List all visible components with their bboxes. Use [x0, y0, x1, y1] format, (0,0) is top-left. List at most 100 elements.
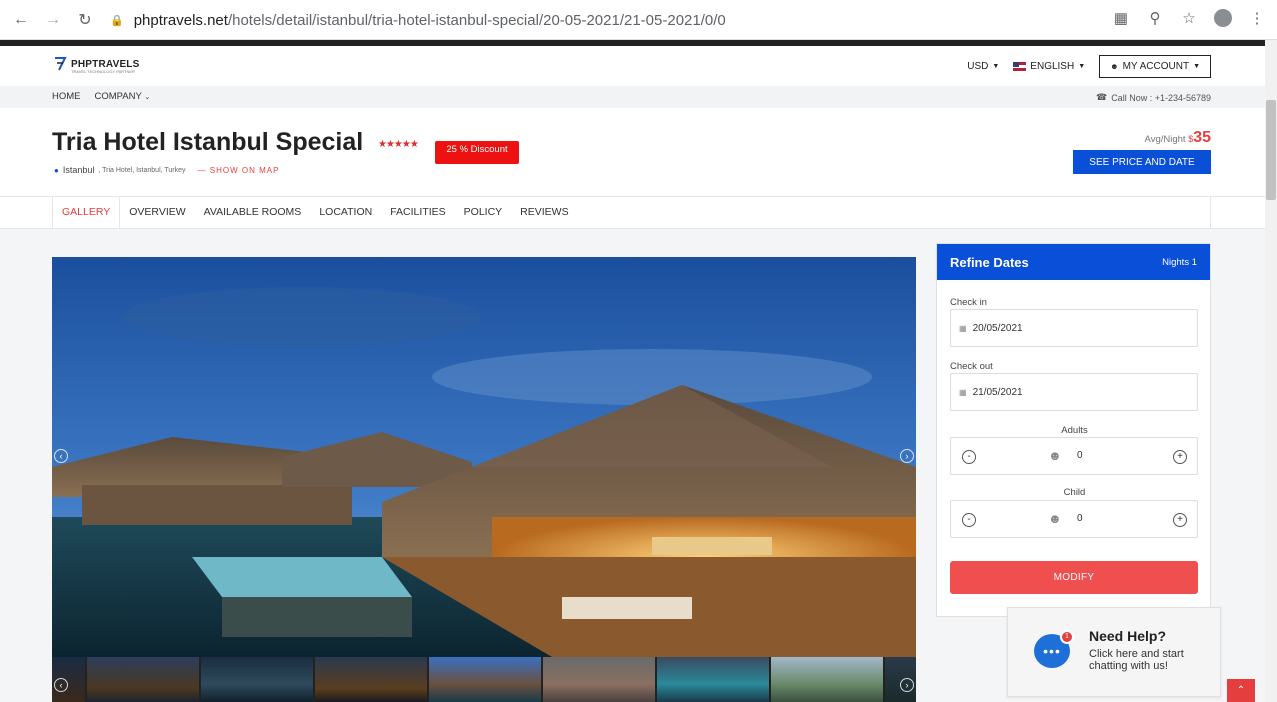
language-label: ENGLISH [1030, 61, 1075, 72]
checkout-value: 21/05/2021 [972, 386, 1023, 398]
logo-text: PHPTRAVELS [71, 58, 140, 70]
main-nav: HOME COMPANY ⌄ ☎ Call Now : +1-234-56789 [0, 86, 1265, 108]
thumbnail[interactable] [201, 657, 313, 702]
gallery-thumbnails: ‹ › [52, 657, 916, 702]
scrollbar-thumb[interactable] [1266, 100, 1276, 200]
tab-gallery[interactable]: GALLERY [53, 197, 121, 228]
tab-facilities[interactable]: FACILITIES [381, 197, 454, 228]
gallery-prev-icon[interactable]: ‹ [54, 449, 68, 463]
url-path: /hotels/detail/istanbul/tria-hotel-istan… [227, 11, 726, 29]
gallery-main-image[interactable]: ‹ › [52, 257, 916, 657]
reload-icon[interactable]: ↻ [74, 9, 96, 31]
child-minus-button[interactable]: - [962, 513, 976, 527]
chat-badge: 1 [1060, 630, 1074, 644]
chevron-down-icon: ▼ [992, 63, 1000, 70]
chat-title: Need Help? [1089, 628, 1167, 644]
avg-night-label: Avg/Night [1144, 134, 1186, 145]
nights-count: Nights 1 [1162, 256, 1197, 268]
chevron-down-icon: ▼ [1193, 63, 1200, 70]
thumbs-prev-icon[interactable]: ‹ [54, 678, 68, 692]
checkin-label: Check in [950, 297, 987, 308]
thumbnail[interactable] [315, 657, 427, 702]
scroll-to-top-button[interactable]: ⌃ [1227, 679, 1255, 702]
adults-label: Adults [1061, 425, 1088, 436]
child-value[interactable]: 0 [1077, 513, 1083, 524]
site-logo[interactable]: PHPTRAVELS TRAVEL TECHNOLOGY PARTNER [53, 56, 140, 74]
location-address: , Tria Hotel, Istanbul, Turkey [98, 166, 186, 174]
chat-subtitle: Click here and start chatting with us! [1089, 648, 1184, 672]
adults-plus-button[interactable]: + [1173, 450, 1187, 464]
map-pin-icon: ● [54, 165, 59, 175]
refine-dates-panel: Refine Dates Nights 1 Check in ▦ 20/05/2… [936, 243, 1211, 617]
logo-subtitle: TRAVEL TECHNOLOGY PARTNER [71, 69, 135, 74]
chevron-down-icon: ▼ [1078, 63, 1086, 70]
call-now-text: Call Now : +1-234-56789 [1111, 92, 1211, 103]
modify-button[interactable]: MODIFY [950, 561, 1198, 594]
thumbnail[interactable] [543, 657, 655, 702]
hotel-title: Tria Hotel Istanbul Special [52, 128, 364, 156]
menu-icon[interactable]: ⋮ [1247, 8, 1267, 28]
site-header: PHPTRAVELS TRAVEL TECHNOLOGY PARTNER USD… [0, 46, 1265, 86]
address-bar[interactable]: 🔒 phptravels.net/hotels/detail/istanbul/… [110, 6, 1260, 34]
us-flag-icon [1013, 62, 1027, 71]
back-icon[interactable]: ← [10, 9, 32, 31]
tab-location[interactable]: LOCATION [310, 197, 381, 228]
location-city: Istanbul [62, 165, 95, 175]
nav-company-label: COMPANY [94, 91, 142, 102]
resort-photo [52, 257, 916, 657]
gallery-next-icon[interactable]: › [900, 449, 914, 463]
nav-company[interactable]: COMPANY ⌄ [95, 91, 151, 102]
thumbnail[interactable] [87, 657, 199, 702]
language-dropdown[interactable]: ENGLISH ▼ [1013, 61, 1085, 72]
zoom-icon[interactable]: ⚲ [1145, 8, 1165, 28]
currency-label: USD [967, 61, 989, 72]
my-account-label: MY ACCOUNT [1122, 61, 1190, 72]
show-on-map-label: SHOW ON MAP [209, 165, 280, 175]
browser-toolbar: ← → ↻ 🔒 phptravels.net/hotels/detail/ist… [0, 0, 1277, 40]
see-price-button[interactable]: SEE PRICE AND DATE [1073, 150, 1211, 174]
user-icon: ☻ [1048, 511, 1062, 526]
adults-value[interactable]: 0 [1077, 450, 1083, 461]
tab-reviews[interactable]: REVIEWS [511, 197, 577, 228]
url-host: phptravels.net [133, 11, 228, 29]
calendar-icon: ▦ [959, 387, 967, 397]
forward-icon[interactable]: → [42, 9, 64, 31]
checkin-value: 20/05/2021 [972, 322, 1023, 334]
avg-night-price: Avg/Night $35 [1145, 129, 1211, 147]
currency-dropdown[interactable]: USD ▼ [967, 61, 999, 72]
tab-available-rooms[interactable]: AVAILABLE ROOMS [195, 197, 311, 228]
show-on-map-link[interactable]: — SHOW ON MAP [198, 166, 280, 175]
adults-stepper: - ☻ 0 + [950, 437, 1198, 475]
child-plus-button[interactable]: + [1173, 513, 1187, 527]
tab-policy[interactable]: POLICY [455, 197, 512, 228]
star-rating: ★★★★★ [378, 139, 419, 150]
tab-overview[interactable]: OVERVIEW [120, 197, 194, 228]
chat-widget[interactable]: ••• 1 Need Help? Click here and start ch… [1007, 607, 1221, 697]
bookmark-star-icon[interactable]: ☆ [1179, 8, 1199, 28]
price-value: 35 [1193, 129, 1211, 146]
call-now: ☎ Call Now : +1-234-56789 [1096, 92, 1211, 103]
discount-badge: 25 % Discount [435, 141, 519, 164]
checkin-field[interactable]: ▦ 20/05/2021 [950, 309, 1198, 347]
child-label: Child [1063, 487, 1086, 498]
calendar-icon: ▦ [959, 323, 967, 333]
page-scrollbar[interactable] [1265, 40, 1277, 702]
translate-icon[interactable]: ▦ [1111, 8, 1131, 28]
refine-header: Refine Dates Nights 1 [937, 244, 1210, 280]
thumbnail[interactable] [771, 657, 883, 702]
thumbnail[interactable] [429, 657, 541, 702]
logo-icon [55, 57, 67, 71]
thumbnail[interactable] [657, 657, 769, 702]
user-icon: ☻ [1048, 448, 1062, 463]
chevron-down-icon: ⌄ [144, 94, 151, 101]
nav-home[interactable]: HOME [52, 91, 81, 102]
my-account-button[interactable]: ☻ MY ACCOUNT ▼ [1099, 55, 1211, 78]
adults-minus-button[interactable]: - [962, 450, 976, 464]
lock-icon: 🔒 [110, 14, 124, 27]
checkout-label: Check out [950, 361, 993, 372]
checkout-field[interactable]: ▦ 21/05/2021 [950, 373, 1198, 411]
user-icon: ☻ [1110, 62, 1119, 71]
thumbs-next-icon[interactable]: › [900, 678, 914, 692]
profile-icon[interactable] [1213, 8, 1233, 28]
phone-icon: ☎ [1095, 92, 1108, 102]
